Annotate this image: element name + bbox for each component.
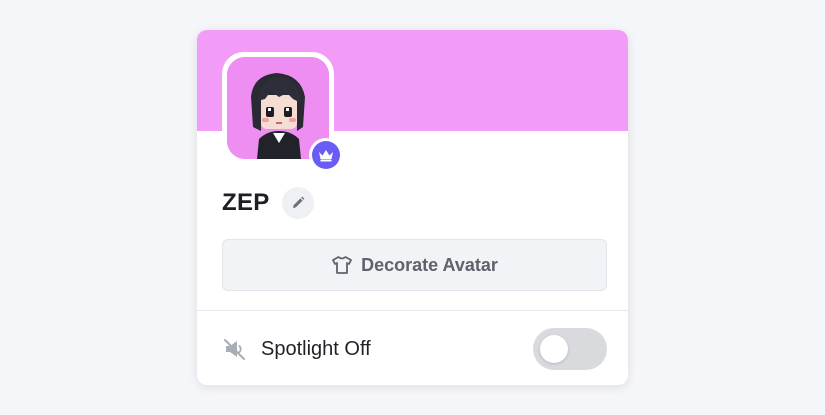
spotlight-off-icon (222, 336, 248, 362)
toggle-knob (540, 335, 568, 363)
shirt-icon (332, 256, 353, 274)
crown-badge (309, 138, 343, 172)
spotlight-toggle[interactable] (533, 328, 607, 370)
profile-card: ZEP Decorate Avatar Spotlight Off (197, 30, 628, 385)
divider (197, 310, 628, 311)
pencil-icon (292, 196, 304, 208)
spotlight-label: Spotlight Off (261, 337, 371, 360)
name-row: ZEP (222, 187, 314, 219)
spotlight-row: Spotlight Off (222, 328, 607, 370)
decorate-avatar-label: Decorate Avatar (361, 254, 498, 275)
crown-icon (319, 150, 333, 162)
profile-name: ZEP (222, 189, 270, 216)
edit-name-button[interactable] (281, 187, 314, 219)
decorate-avatar-button[interactable]: Decorate Avatar (222, 239, 607, 291)
